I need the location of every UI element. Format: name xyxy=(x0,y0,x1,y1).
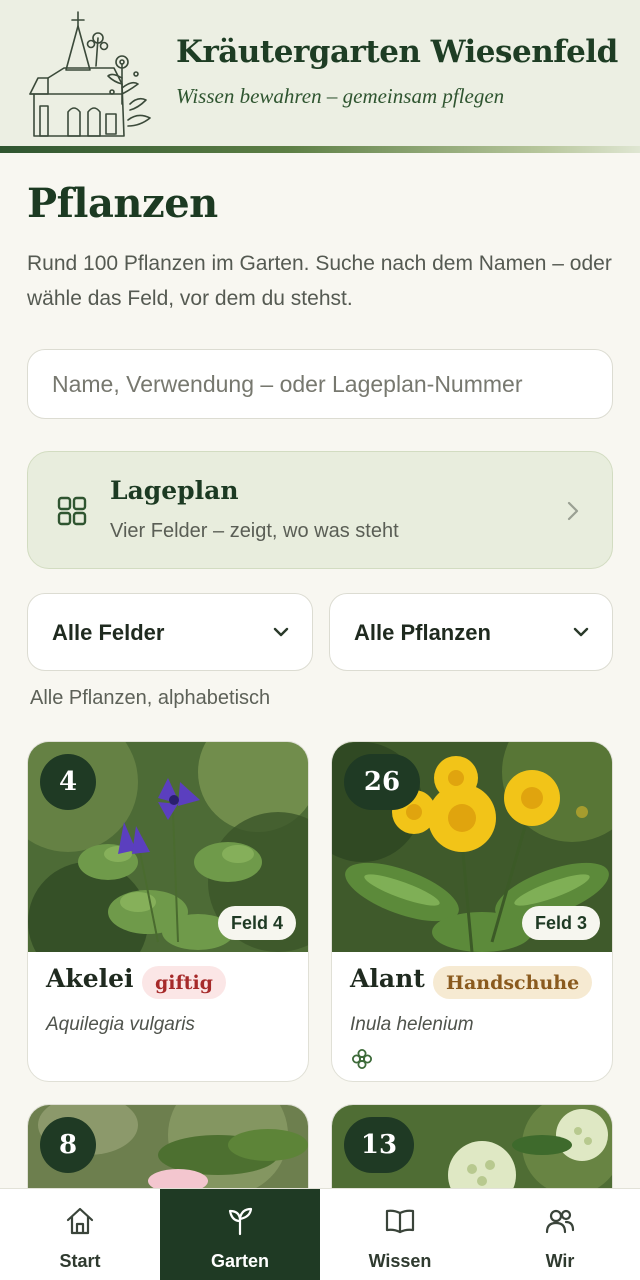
search-box xyxy=(27,349,613,419)
lageplan-number-badge: 13 xyxy=(344,1117,414,1173)
chevron-down-icon xyxy=(573,627,589,637)
plant-name: Akelei xyxy=(46,964,134,993)
nav-label: Garten xyxy=(210,1251,270,1271)
lageplan-title: Lageplan xyxy=(110,476,239,505)
home-icon xyxy=(66,1207,94,1235)
bottom-navigation: Start Garten Wissen Wir xyxy=(0,1188,640,1280)
header-divider xyxy=(0,146,640,153)
plant-card-alant[interactable]: 26 Feld 3 Alant Handschuhe Inula heleniu… xyxy=(331,741,613,1082)
site-title: Kräutergarten Wiesenfeld xyxy=(176,34,618,70)
nav-wissen[interactable]: Wissen xyxy=(320,1189,480,1280)
search-input[interactable] xyxy=(52,370,612,398)
chevron-down-icon xyxy=(273,627,289,637)
garden-chapel-logo[interactable] xyxy=(26,8,156,140)
nav-start[interactable]: Start xyxy=(0,1189,160,1280)
feld-badge: Feld 3 xyxy=(521,906,600,940)
pflanzen-filter-select[interactable]: Alle Pflanzen xyxy=(329,593,613,671)
people-icon xyxy=(545,1209,575,1234)
grid-icon xyxy=(57,496,87,526)
nav-label: Wissen xyxy=(368,1251,432,1271)
lageplan-subtitle: Vier Felder – zeigt, wo was steht xyxy=(110,520,399,542)
flower-icon xyxy=(352,1049,372,1069)
lageplan-card[interactable]: Lageplan Vier Felder – zeigt, wo was ste… xyxy=(27,451,613,569)
lageplan-number-badge: 26 xyxy=(344,754,420,810)
sprout-icon xyxy=(228,1207,253,1236)
nav-garten[interactable]: Garten xyxy=(160,1189,320,1280)
page-title: Pflanzen xyxy=(27,180,218,227)
pflanzen-filter-value: Alle Pflanzen xyxy=(354,620,491,645)
gloves-tag: Handschuhe xyxy=(433,966,593,999)
plant-latin-name: Inula helenium xyxy=(350,1014,474,1035)
site-tagline: Wissen bewahren – gemeinsam pflegen xyxy=(176,84,505,108)
nav-label: Wir xyxy=(545,1251,575,1271)
page-intro: Rund 100 Pflanzen im Garten. Suche nach … xyxy=(27,252,612,310)
book-icon xyxy=(385,1209,415,1234)
toxic-tag: giftig xyxy=(142,966,226,999)
nav-wir[interactable]: Wir xyxy=(480,1189,640,1280)
lageplan-number-badge: 4 xyxy=(40,754,96,810)
feld-filter-value: Alle Felder xyxy=(52,620,165,645)
site-header: Kräutergarten Wiesenfeld Wissen bewahren… xyxy=(0,0,640,146)
chevron-right-icon xyxy=(567,501,579,521)
plant-name: Alant xyxy=(350,964,425,993)
plant-card-akelei[interactable]: 4 Feld 4 Akelei giftig Aquilegia vulgari… xyxy=(27,741,309,1082)
list-caption: Alle Pflanzen, alphabetisch xyxy=(30,687,271,709)
lageplan-number-badge: 8 xyxy=(40,1117,96,1173)
plant-latin-name: Aquilegia vulgaris xyxy=(46,1014,195,1035)
feld-badge: Feld 4 xyxy=(217,906,296,940)
feld-filter-select[interactable]: Alle Felder xyxy=(27,593,313,671)
nav-label: Start xyxy=(59,1251,101,1271)
